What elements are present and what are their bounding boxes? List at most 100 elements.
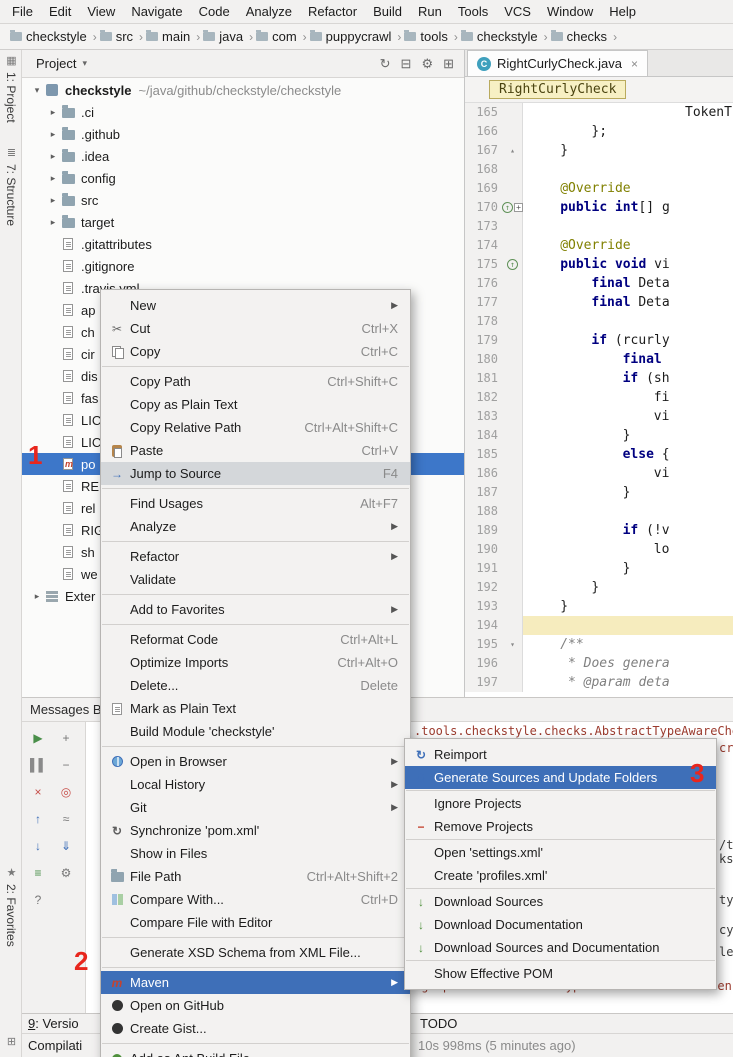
export-icon[interactable]: ≡ bbox=[30, 865, 46, 881]
menubar-item-window[interactable]: Window bbox=[539, 0, 601, 23]
menu-item-copy-as-plain-text[interactable]: Copy as Plain Text bbox=[101, 393, 410, 416]
menu-item-optimize-imports[interactable]: Optimize ImportsCtrl+Alt+O bbox=[101, 651, 410, 674]
code-area[interactable]: 165TokenT166};167▴}168169@Override170↑+p… bbox=[465, 103, 733, 697]
code-line[interactable]: 173 bbox=[465, 217, 733, 236]
fold-end-icon[interactable]: ▴ bbox=[510, 146, 515, 155]
menu-item-build-module-checkstyle[interactable]: Build Module 'checkstyle' bbox=[101, 720, 410, 743]
editor-tab[interactable]: C RightCurlyCheck.java × bbox=[467, 50, 648, 76]
menu-item-remove-projects[interactable]: −Remove Projects bbox=[405, 815, 716, 838]
breadcrumb-item-checkstyle[interactable]: checkstyle bbox=[10, 29, 89, 44]
code-line[interactable]: 166}; bbox=[465, 122, 733, 141]
fold-start-icon[interactable]: ▾ bbox=[510, 640, 515, 649]
menu-item-download-documentation[interactable]: ↓Download Documentation bbox=[405, 913, 716, 936]
menubar-item-edit[interactable]: Edit bbox=[41, 0, 79, 23]
menu-item-generate-xsd-schema-from-xml-file[interactable]: Generate XSD Schema from XML File... bbox=[101, 941, 410, 964]
code-line[interactable]: 167▴} bbox=[465, 141, 733, 160]
close-icon[interactable]: × bbox=[30, 784, 46, 800]
tool-button-version-control[interactable]: 9: Versio bbox=[28, 1014, 79, 1033]
breadcrumb-item-src[interactable]: src bbox=[100, 29, 135, 44]
code-line[interactable]: 196* Does genera bbox=[465, 654, 733, 673]
code-line[interactable]: 175↑public void vi bbox=[465, 255, 733, 274]
menu-item-cut[interactable]: ✂CutCtrl+X bbox=[101, 317, 410, 340]
menu-item-copy-relative-path[interactable]: Copy Relative PathCtrl+Alt+Shift+C bbox=[101, 416, 410, 439]
breadcrumb-chip[interactable]: RightCurlyCheck bbox=[489, 80, 626, 99]
code-line[interactable]: 181if (sh bbox=[465, 369, 733, 388]
pause-icon[interactable]: ▌▌ bbox=[30, 757, 46, 773]
tree-item-gitignore[interactable]: .gitignore bbox=[22, 255, 464, 277]
code-line[interactable]: 187} bbox=[465, 483, 733, 502]
menubar-item-vcs[interactable]: VCS bbox=[496, 0, 539, 23]
menu-item-jump-to-source[interactable]: →Jump to SourceF4 bbox=[101, 462, 410, 485]
hide-passed-icon[interactable]: ◎ bbox=[58, 784, 74, 800]
tree-item-github[interactable]: ▸.github bbox=[22, 123, 464, 145]
help-icon[interactable]: ? bbox=[30, 892, 46, 908]
settings-gear-icon[interactable]: ⚙ bbox=[421, 56, 433, 72]
tree-arrow-icon[interactable]: ▾ bbox=[30, 85, 44, 96]
menu-item-compare-file-with-editor[interactable]: Compare File with Editor bbox=[101, 911, 410, 934]
menubar-item-navigate[interactable]: Navigate bbox=[123, 0, 190, 23]
menu-item-reimport[interactable]: ↻Reimport bbox=[405, 743, 716, 766]
code-line[interactable]: 169@Override bbox=[465, 179, 733, 198]
breadcrumb-item-main[interactable]: main bbox=[146, 29, 192, 44]
collapse-all-icon[interactable]: ⊟ bbox=[401, 56, 412, 72]
menu-item-synchronize-pom-xml[interactable]: ↻Synchronize 'pom.xml' bbox=[101, 819, 410, 842]
code-line[interactable]: 168 bbox=[465, 160, 733, 179]
menubar-item-file[interactable]: File bbox=[4, 0, 41, 23]
menubar-item-code[interactable]: Code bbox=[191, 0, 238, 23]
menu-item-refactor[interactable]: Refactor▶ bbox=[101, 545, 410, 568]
breadcrumb-item-tools[interactable]: tools bbox=[404, 29, 449, 44]
previous-message-icon[interactable]: ↑ bbox=[30, 811, 46, 827]
code-line[interactable]: 195▾/** bbox=[465, 635, 733, 654]
code-line[interactable]: 191} bbox=[465, 559, 733, 578]
code-line[interactable]: 194 bbox=[465, 616, 733, 635]
chevron-down-icon[interactable]: ▾ bbox=[82, 58, 87, 69]
override-gutter-icon[interactable]: ↑ bbox=[507, 259, 518, 270]
menu-item-delete[interactable]: Delete...Delete bbox=[101, 674, 410, 697]
code-line[interactable]: 180final bbox=[465, 350, 733, 369]
menu-item-validate[interactable]: Validate bbox=[101, 568, 410, 591]
menu-item-open-in-browser[interactable]: Open in Browser▶ bbox=[101, 750, 410, 773]
code-line[interactable]: 185else { bbox=[465, 445, 733, 464]
menu-item-new[interactable]: New▶ bbox=[101, 294, 410, 317]
tree-item-src[interactable]: ▸src bbox=[22, 189, 464, 211]
menu-item-mark-as-plain-text[interactable]: Mark as Plain Text bbox=[101, 697, 410, 720]
code-line[interactable]: 179if (rcurly bbox=[465, 331, 733, 350]
menu-item-copy[interactable]: CopyCtrl+C bbox=[101, 340, 410, 363]
menubar-item-run[interactable]: Run bbox=[410, 0, 450, 23]
menubar-item-help[interactable]: Help bbox=[601, 0, 644, 23]
tree-item-gitattributes[interactable]: .gitattributes bbox=[22, 233, 464, 255]
tree-arrow-icon[interactable]: ▸ bbox=[46, 151, 60, 162]
menu-item-file-path[interactable]: File PathCtrl+Alt+Shift+2 bbox=[101, 865, 410, 888]
code-line[interactable]: 176final Deta bbox=[465, 274, 733, 293]
tool-window-switcher-icon[interactable]: ⊞ bbox=[4, 1035, 19, 1050]
menubar-item-tools[interactable]: Tools bbox=[450, 0, 496, 23]
tree-arrow-icon[interactable]: ▸ bbox=[46, 107, 60, 118]
menu-item-create-gist[interactable]: Create Gist... bbox=[101, 1017, 410, 1040]
tree-item-target[interactable]: ▸target bbox=[22, 211, 464, 233]
code-line[interactable]: 197* @param deta bbox=[465, 673, 733, 692]
breadcrumb-item-com[interactable]: com bbox=[256, 29, 299, 44]
code-line[interactable]: 189if (!v bbox=[465, 521, 733, 540]
menu-item-ignore-projects[interactable]: Ignore Projects bbox=[405, 792, 716, 815]
code-line[interactable]: 170↑+public int[] g bbox=[465, 198, 733, 217]
menu-item-compare-with[interactable]: Compare With...Ctrl+D bbox=[101, 888, 410, 911]
override-gutter-icon[interactable]: ↑ bbox=[502, 202, 513, 213]
breadcrumb-item-checks[interactable]: checks bbox=[551, 29, 609, 44]
settings-gear-icon[interactable]: ⚙ bbox=[58, 865, 74, 881]
menu-item-git[interactable]: Git▶ bbox=[101, 796, 410, 819]
close-icon[interactable]: × bbox=[631, 57, 638, 71]
code-line[interactable]: 186vi bbox=[465, 464, 733, 483]
refresh-icon[interactable]: ↻ bbox=[380, 56, 391, 72]
menu-item-download-sources-and-documentation[interactable]: ↓Download Sources and Documentation bbox=[405, 936, 716, 959]
tree-item-ci[interactable]: ▸.ci bbox=[22, 101, 464, 123]
tree-arrow-icon[interactable]: ▸ bbox=[46, 129, 60, 140]
expand-all-icon[interactable]: + bbox=[58, 730, 74, 746]
menubar-item-refactor[interactable]: Refactor bbox=[300, 0, 365, 23]
fold-expand-icon[interactable]: + bbox=[514, 203, 523, 212]
breadcrumb-item-puppycrawl[interactable]: puppycrawl bbox=[310, 29, 394, 44]
menu-item-open-on-github[interactable]: Open on GitHub bbox=[101, 994, 410, 1017]
code-line[interactable]: 165TokenT bbox=[465, 103, 733, 122]
tree-arrow-icon[interactable]: ▸ bbox=[30, 591, 44, 602]
menu-item-analyze[interactable]: Analyze▶ bbox=[101, 515, 410, 538]
menu-item-reformat-code[interactable]: Reformat CodeCtrl+Alt+L bbox=[101, 628, 410, 651]
